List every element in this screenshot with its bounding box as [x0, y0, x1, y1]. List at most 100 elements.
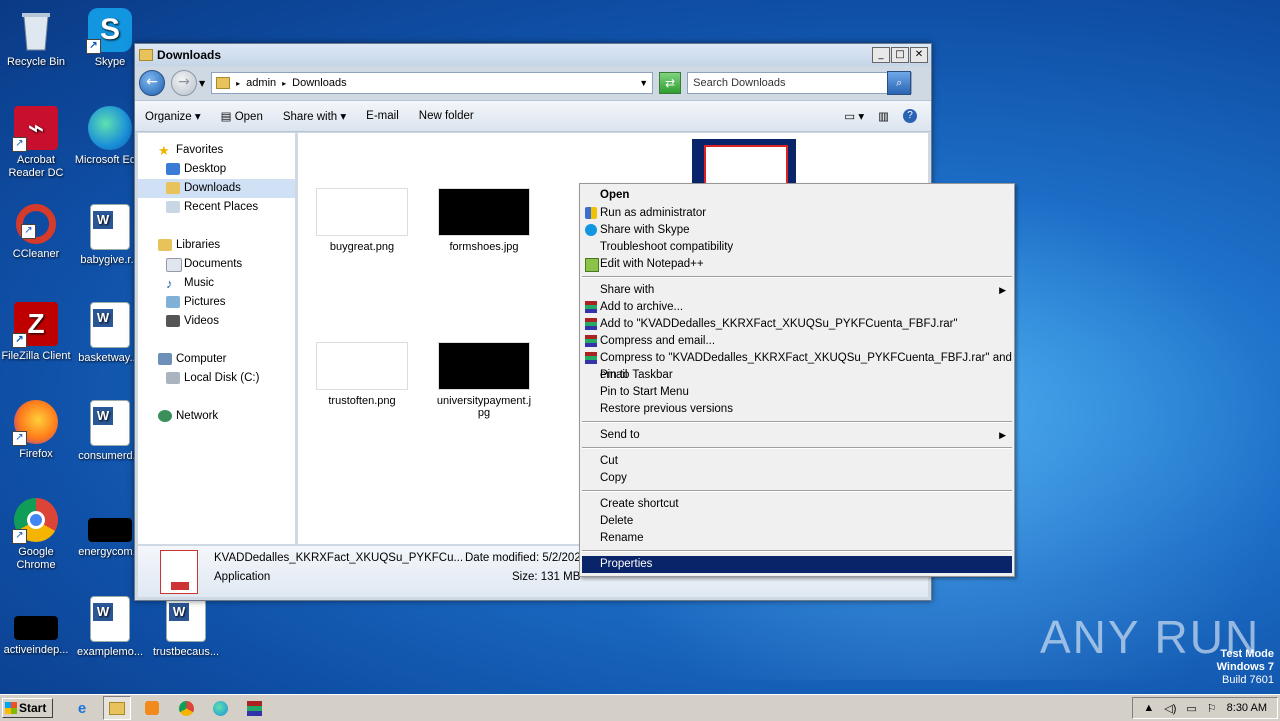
- shortcut-arrow-icon: ↗: [86, 39, 101, 54]
- close-button[interactable]: ✕: [910, 47, 928, 63]
- nav-label: Libraries: [176, 239, 221, 251]
- nav-libraries[interactable]: Libraries: [138, 236, 295, 255]
- share-with-button[interactable]: Share with ▾: [283, 109, 346, 123]
- preview-pane-icon[interactable]: ▥: [878, 109, 889, 123]
- refresh-button[interactable]: ⇄: [659, 72, 682, 94]
- file-item[interactable]: trustoften.png: [312, 342, 412, 407]
- nav-favorites[interactable]: ★ Favorites: [138, 141, 295, 160]
- menu-item-properties[interactable]: Properties: [582, 556, 1012, 573]
- menu-item-pin-start[interactable]: Pin to Start Menu: [582, 384, 1012, 401]
- window-titlebar[interactable]: Downloads _ □ ✕: [135, 44, 931, 66]
- menu-item-open[interactable]: Open: [582, 187, 1012, 204]
- email-button[interactable]: E-mail: [366, 110, 399, 122]
- address-row: ← → ▼ ▸ admin ▸ Downloads ▼ ⇄ Search Dow…: [135, 66, 931, 100]
- menu-item-pin-taskbar[interactable]: Pin to Taskbar: [582, 367, 1012, 384]
- menu-item-notepadpp[interactable]: Edit with Notepad++: [582, 256, 1012, 273]
- maximize-button[interactable]: □: [891, 47, 909, 63]
- nav-desktop[interactable]: Desktop: [138, 160, 295, 179]
- nav-videos[interactable]: Videos: [138, 312, 295, 331]
- media-player-taskbar-icon[interactable]: [139, 697, 165, 719]
- desktop-icon-word-doc[interactable]: W trustbecaus...: [150, 596, 222, 659]
- menu-item-add-rar[interactable]: Add to "KVADDedalles_KKRXFact_XKUQSu_PYK…: [582, 316, 1012, 333]
- breadcrumb-arrow-icon[interactable]: ▸: [236, 79, 240, 88]
- menu-item-restore-versions[interactable]: Restore previous versions: [582, 401, 1012, 418]
- desktop-icon-file[interactable]: activeindep...: [0, 596, 72, 657]
- menu-item-troubleshoot[interactable]: Troubleshoot compatibility: [582, 239, 1012, 256]
- file-item[interactable]: buygreat.png: [312, 188, 412, 253]
- desktop-icon-chrome[interactable]: ↗ Google Chrome: [0, 498, 72, 572]
- menu-label: Send to: [600, 429, 640, 441]
- ie-taskbar-icon[interactable]: e: [69, 697, 95, 719]
- menu-label: Add to "KVADDedalles_KKRXFact_XKUQSu_PYK…: [600, 318, 958, 330]
- volume-icon[interactable]: ◁): [1164, 702, 1176, 715]
- menu-item-cut[interactable]: Cut: [582, 453, 1012, 470]
- help-icon[interactable]: ?: [903, 109, 917, 123]
- address-bar[interactable]: ▸ admin ▸ Downloads ▼: [211, 72, 654, 94]
- chrome-taskbar-icon[interactable]: [173, 697, 199, 719]
- winrar-taskbar-icon[interactable]: [241, 697, 267, 719]
- clock[interactable]: 8:30 AM: [1227, 702, 1267, 714]
- file-item[interactable]: formshoes.jpg: [434, 188, 534, 253]
- nav-network[interactable]: Network: [138, 407, 295, 426]
- nav-pictures[interactable]: Pictures: [138, 293, 295, 312]
- edge-taskbar-icon[interactable]: [207, 697, 233, 719]
- breadcrumb-downloads[interactable]: Downloads: [292, 77, 346, 89]
- nav-recent-places[interactable]: Recent Places: [138, 198, 295, 217]
- menu-separator: [582, 490, 1012, 492]
- network-tray-icon[interactable]: ▭: [1186, 702, 1196, 715]
- nav-music[interactable]: ♪ Music: [138, 274, 295, 293]
- nav-documents[interactable]: Documents: [138, 255, 295, 274]
- menu-item-share-with[interactable]: Share with ▶: [582, 282, 1012, 299]
- history-dropdown-icon[interactable]: ▼: [199, 79, 205, 88]
- file-item[interactable]: universitypayment.jpg: [434, 342, 534, 419]
- menu-item-copy[interactable]: Copy: [582, 470, 1012, 487]
- new-folder-button[interactable]: New folder: [419, 110, 474, 122]
- view-options-icon[interactable]: ▭ ▾: [844, 109, 864, 123]
- desktop-icon-firefox[interactable]: ↗ Firefox: [0, 400, 72, 461]
- menu-item-rename[interactable]: Rename: [582, 530, 1012, 547]
- back-button[interactable]: ←: [139, 70, 165, 96]
- nav-downloads[interactable]: Downloads: [138, 179, 295, 198]
- menu-label: Cut: [600, 455, 618, 467]
- explorer-taskbar-icon[interactable]: [103, 696, 131, 720]
- downloads-folder-icon: [166, 182, 180, 194]
- menu-item-send-to[interactable]: Send to ▶: [582, 427, 1012, 444]
- tray-expand-icon[interactable]: ▲: [1143, 702, 1154, 714]
- menu-item-delete[interactable]: Delete: [582, 513, 1012, 530]
- shortcut-arrow-icon: ↗: [12, 333, 27, 348]
- menu-item-compress-rar-email[interactable]: Compress to "KVADDedalles_KKRXFact_XKUQS…: [582, 350, 1012, 381]
- nav-local-disk[interactable]: Local Disk (C:): [138, 369, 295, 388]
- forward-button[interactable]: →: [171, 70, 197, 96]
- desktop-icon-ccleaner[interactable]: ↗ CCleaner: [0, 204, 72, 261]
- menu-label: Properties: [600, 558, 653, 570]
- menu-item-add-archive[interactable]: Add to archive...: [582, 299, 1012, 316]
- menu-item-share-skype[interactable]: Share with Skype: [582, 222, 1012, 239]
- breadcrumb-admin[interactable]: admin: [246, 77, 276, 89]
- menu-item-run-as-admin[interactable]: Run as administrator: [582, 205, 1012, 222]
- menu-item-create-shortcut[interactable]: Create shortcut: [582, 496, 1012, 513]
- desktop-icon-word-doc[interactable]: W examplemo...: [74, 596, 146, 659]
- search-input[interactable]: Search Downloads ⌕: [687, 71, 913, 95]
- videos-icon: [166, 315, 180, 327]
- documents-icon: [166, 258, 182, 272]
- desktop-icon-recycle-bin[interactable]: Recycle Bin: [0, 8, 72, 69]
- share-with-label: Share with: [282, 111, 338, 123]
- start-button[interactable]: Start: [2, 698, 53, 718]
- file-name: universitypayment.jpg: [436, 395, 532, 419]
- open-button[interactable]: ▤ Open: [221, 109, 263, 123]
- desktop-icon-acrobat[interactable]: ⌁ ↗ Acrobat Reader DC: [0, 106, 72, 180]
- address-dropdown-icon[interactable]: ▼: [639, 78, 648, 88]
- shortcut-arrow-icon: ↗: [12, 137, 27, 152]
- menu-label: Pin to Taskbar: [600, 369, 673, 381]
- flag-icon[interactable]: ⚐: [1207, 702, 1217, 715]
- desktop-icon-filezilla[interactable]: Z ↗ FileZilla Client: [0, 302, 72, 363]
- search-icon[interactable]: ⌕: [887, 71, 912, 95]
- winrar-icon: [585, 352, 597, 364]
- minimize-button[interactable]: _: [872, 47, 890, 63]
- organize-button[interactable]: Organize ▾: [145, 109, 201, 123]
- breadcrumb-arrow-icon[interactable]: ▸: [282, 79, 286, 88]
- nav-computer[interactable]: Computer: [138, 350, 295, 369]
- window-title: Downloads: [157, 48, 222, 62]
- menu-item-compress-email[interactable]: Compress and email...: [582, 333, 1012, 350]
- file-name: formshoes.jpg: [449, 241, 519, 253]
